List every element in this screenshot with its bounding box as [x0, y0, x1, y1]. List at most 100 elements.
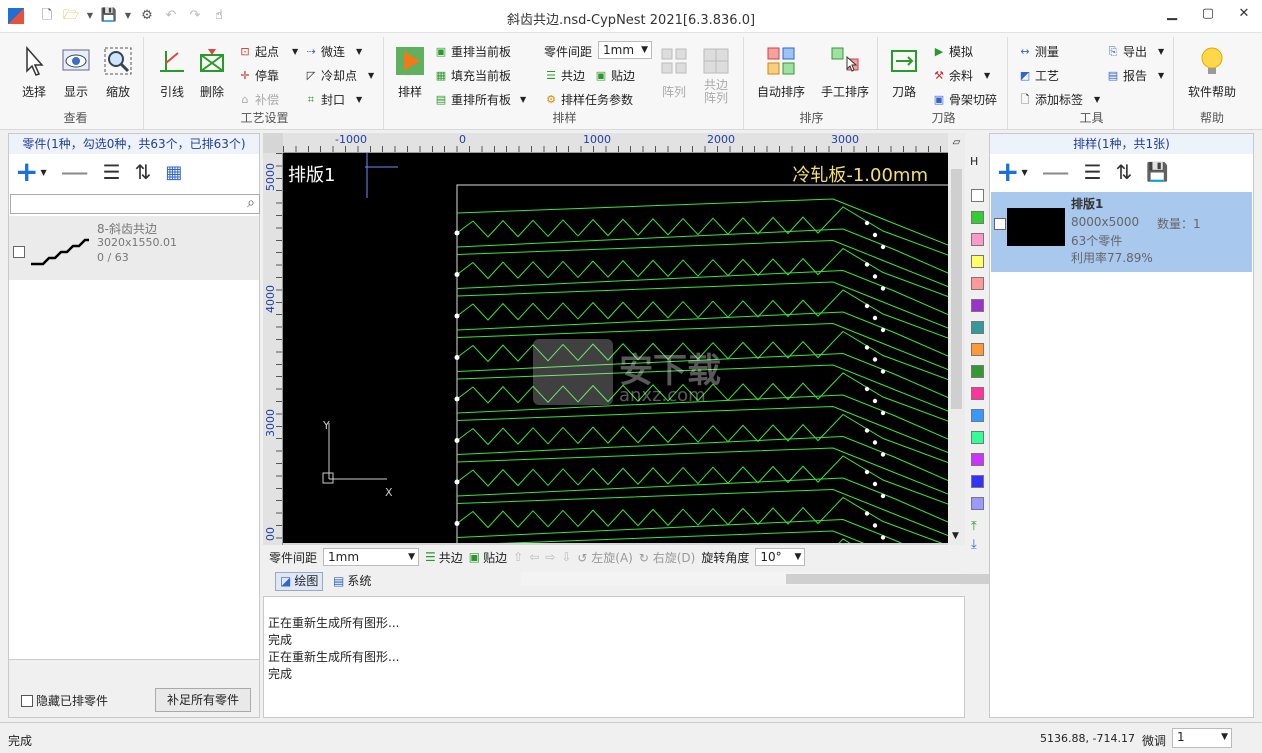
part-spacing-select[interactable]: 1mm ▼	[598, 41, 652, 59]
scroll-down-icon[interactable]: ▼	[952, 531, 959, 541]
sheet-list-item[interactable]: 排版1 8000x5000 数量：1 63个零件 利用率77.89%	[991, 192, 1252, 272]
task-params-button[interactable]: ⚙ 排样任务参数	[544, 91, 633, 108]
eraser-icon[interactable]: ▱	[948, 137, 965, 148]
color-swatch[interactable]	[971, 365, 984, 378]
color-swatch[interactable]	[971, 321, 984, 334]
horizontal-scrollbar[interactable]	[521, 572, 1031, 586]
hide-nested-checkbox[interactable]: 隐藏已排零件	[21, 692, 108, 709]
sort-icon[interactable]: ⇅	[1116, 160, 1133, 184]
color-swatch[interactable]	[971, 255, 984, 268]
lead-in-point	[864, 220, 870, 226]
align-top-icon[interactable]: ⤒	[971, 519, 977, 534]
layer-h-icon[interactable]: H	[970, 155, 978, 168]
color-swatch[interactable]	[971, 233, 984, 246]
move-up-icon[interactable]: ⇧	[513, 550, 523, 564]
dropdown-icon[interactable]: ▼	[40, 168, 46, 177]
color-swatch[interactable]	[971, 453, 984, 466]
list-check-icon[interactable]: ☰	[103, 160, 121, 184]
color-swatch[interactable]	[971, 299, 984, 312]
lead-in-point	[454, 230, 460, 236]
nesting-canvas[interactable]: 排版1 冷轧板-1.00mm Y X 安下载 anxz.com	[283, 153, 948, 543]
color-swatch[interactable]	[971, 343, 984, 356]
add-label-button[interactable]: 🗋 添加标签 ▼	[1018, 91, 1101, 108]
display-button[interactable]: 显示	[56, 45, 96, 100]
part-list-item[interactable]: 8-斜齿共边 3020x1550.01 0 / 63	[9, 216, 259, 280]
group-path: 刀路 ▶ 模拟 ⚒ 余料 ▼ ▣ 骨架切碎 刀路	[880, 37, 1008, 129]
sort-icon[interactable]: ⇅	[135, 160, 152, 184]
craft-button[interactable]: ◩ 工艺	[1018, 67, 1059, 84]
dropdown-icon[interactable]: ▼	[1021, 168, 1027, 177]
lead-in-point	[454, 438, 460, 443]
manual-sort-button[interactable]: 手工排序	[816, 45, 874, 100]
table-view-icon[interactable]: ▦	[165, 162, 182, 183]
seal-button[interactable]: ⌗ 封口 ▼	[304, 91, 362, 108]
select-button[interactable]: 选择	[14, 45, 54, 100]
report-button[interactable]: ▤ 报告 ▼	[1106, 67, 1164, 84]
save-icon[interactable]: 💾	[1146, 162, 1168, 183]
canvas-vertical-scrollbar[interactable]: ▱ ▼	[948, 133, 965, 545]
compensate-button[interactable]: ⌂ 补偿	[238, 91, 280, 108]
remnant-button[interactable]: ⚒ 余料 ▼	[932, 67, 990, 84]
fill-current-button[interactable]: ▦ 填充当前板	[434, 67, 511, 84]
fine-tune-select[interactable]: 1 ▼	[1172, 728, 1232, 748]
remove-part-icon[interactable]: —	[61, 158, 89, 186]
zoom-button[interactable]: 缩放	[98, 45, 138, 100]
cooling-point-button[interactable]: ◸ 冷却点 ▼	[304, 67, 374, 84]
common-edge-button[interactable]: ☰ 共边	[544, 67, 585, 84]
log-line: 完成	[268, 633, 293, 647]
lead-button[interactable]: 引线	[152, 45, 192, 100]
part-spacing-select[interactable]: 1mm ▼	[323, 548, 420, 566]
move-left-icon[interactable]: ⇦	[529, 550, 539, 564]
software-help-button[interactable]: 软件帮助	[1182, 45, 1242, 100]
delete-button[interactable]: 删除	[192, 45, 232, 100]
array-button[interactable]: 阵列	[654, 45, 694, 100]
rotate-angle-select[interactable]: 10° ▼	[755, 548, 806, 566]
maximize-icon[interactable]: ▢	[1200, 6, 1216, 21]
group-help: 软件帮助 帮助	[1176, 37, 1248, 129]
stop-button[interactable]: ✛ 停靠	[238, 67, 279, 84]
part-checkbox[interactable]	[13, 246, 25, 258]
group-tools: ↔ 测量 ◩ 工艺 🗋 添加标签 ▼ ⎘ 导出 ▼ ▤ 报告 ▼ 工具	[1010, 37, 1174, 129]
path-button[interactable]: 刀路	[884, 45, 924, 100]
edge-snap-button[interactable]: ▣ 贴边	[469, 549, 507, 566]
auto-sort-button[interactable]: 自动排序	[752, 45, 810, 100]
part-search-input[interactable]: ⌕	[10, 194, 260, 214]
minimize-icon[interactable]: ▁	[1164, 6, 1180, 21]
renest-all-button[interactable]: ▤ 重排所有板 ▼	[434, 91, 526, 108]
tab-drawing[interactable]: ◪ 绘图	[275, 572, 324, 591]
measure-button[interactable]: ↔ 测量	[1018, 43, 1059, 60]
add-sheet-icon[interactable]: +	[996, 158, 1019, 186]
add-part-icon[interactable]: +	[15, 158, 38, 186]
rotate-left-button[interactable]: ↺ 左旋(A)	[577, 549, 632, 566]
color-swatch[interactable]	[971, 475, 984, 488]
close-icon[interactable]: ✕	[1236, 6, 1252, 21]
rotate-right-button[interactable]: ↻ 右旋(D)	[639, 549, 695, 566]
color-swatch[interactable]	[971, 211, 984, 224]
remove-sheet-icon[interactable]: —	[1042, 158, 1070, 186]
color-swatch[interactable]	[971, 387, 984, 400]
fill-all-parts-button[interactable]: 补足所有零件	[155, 688, 251, 712]
simulate-button[interactable]: ▶ 模拟	[932, 43, 973, 60]
common-array-button[interactable]: 共边 阵列	[696, 45, 736, 105]
move-down-icon[interactable]: ⇩	[561, 550, 571, 564]
search-icon[interactable]: ⌕	[247, 195, 255, 211]
color-swatch[interactable]	[971, 497, 984, 510]
color-swatch[interactable]	[971, 409, 984, 422]
nest-button[interactable]: 排样	[390, 45, 430, 100]
list-check-icon[interactable]: ☰	[1084, 160, 1102, 184]
tab-system[interactable]: ▤ 系统	[329, 572, 375, 591]
color-swatch[interactable]	[971, 189, 984, 202]
color-swatch[interactable]	[971, 277, 984, 290]
microjoint-button[interactable]: ⇢ 微连 ▼	[304, 43, 362, 60]
renest-current-button[interactable]: ▣ 重排当前板	[434, 43, 511, 60]
edge-snap-button[interactable]: ▣ 贴边	[594, 67, 635, 84]
color-swatch[interactable]	[971, 431, 984, 444]
scrollbar-thumb[interactable]	[951, 169, 962, 409]
start-point-button[interactable]: ⊡ 起点 ▼	[238, 43, 298, 60]
common-edge-button[interactable]: ☰ 共边	[425, 549, 463, 566]
sheet-checkbox[interactable]	[994, 218, 1006, 230]
skeleton-cut-button[interactable]: ▣ 骨架切碎	[932, 91, 997, 108]
export-button[interactable]: ⎘ 导出 ▼	[1106, 43, 1165, 60]
move-right-icon[interactable]: ⇨	[545, 550, 555, 564]
align-bottom-icon[interactable]: ⤓	[971, 537, 977, 552]
